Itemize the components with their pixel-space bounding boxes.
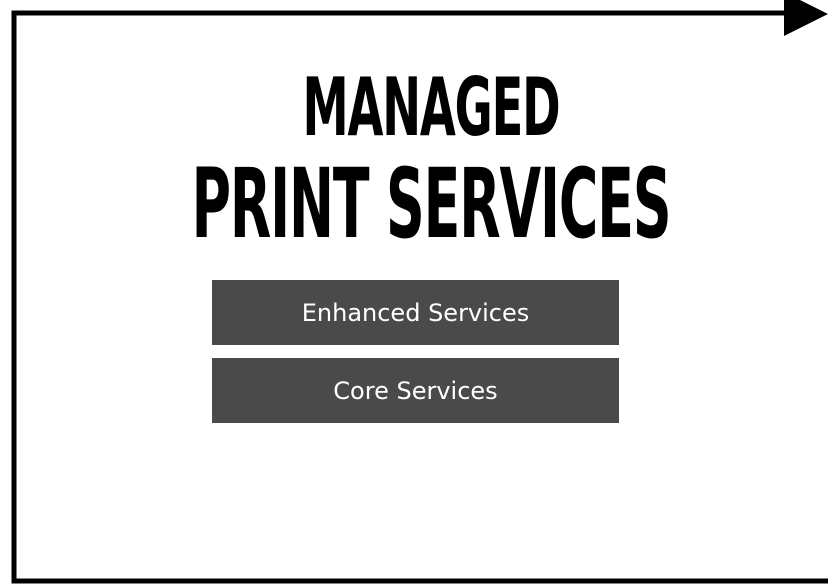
title-line-1: MANAGED [302, 61, 560, 154]
enhanced-services-box: Enhanced Services [212, 280, 619, 345]
title-line-2: PRINT SERVICES [191, 148, 672, 260]
core-services-box: Core Services [212, 358, 619, 423]
arrow-head-icon [784, 0, 828, 36]
diagram-canvas: MANAGED PRINT SERVICES Enhanced Services… [0, 0, 828, 585]
